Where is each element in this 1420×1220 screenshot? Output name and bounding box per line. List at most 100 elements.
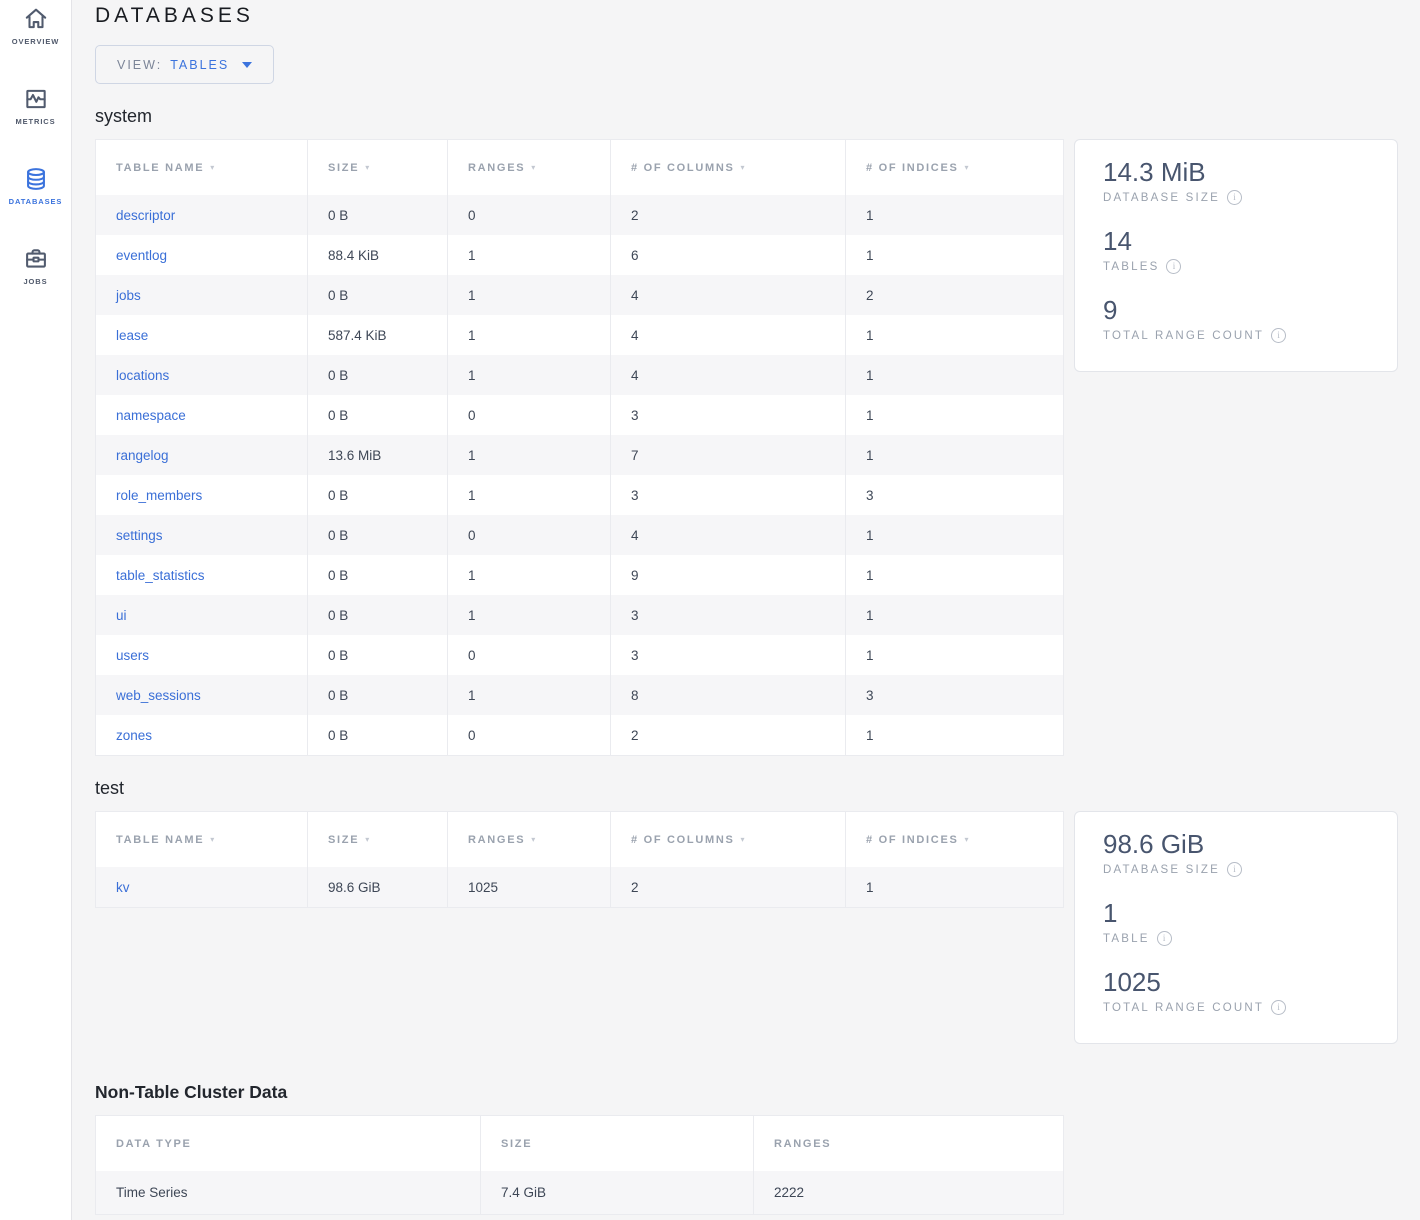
info-icon[interactable]: i <box>1227 190 1242 205</box>
system-tables-table: TABLE NAME▾ SIZE▾ RANGES▾ # OF COLUMNS▾ … <box>95 139 1064 756</box>
cell-value: 2222 <box>774 1185 804 1200</box>
table-cell: 1 <box>448 355 611 395</box>
table-name-link[interactable]: namespace <box>116 408 186 423</box>
section-title-non-table: Non-Table Cluster Data <box>95 1082 1420 1103</box>
column-header-size[interactable]: SIZE▾ <box>308 812 448 868</box>
stat-database-size: 98.6 GiB DATABASE SIZE i <box>1103 829 1379 877</box>
cell-value: 13.6 MiB <box>328 448 381 463</box>
cell-value: 3 <box>631 648 639 663</box>
cell-value: 4 <box>631 328 639 343</box>
home-icon <box>23 6 49 32</box>
table-name-link[interactable]: kv <box>116 880 130 895</box>
stat-total-range-count: 1025 TOTAL RANGE COUNT i <box>1103 967 1379 1015</box>
page-title: DATABASES <box>95 4 1420 28</box>
column-header-size[interactable]: SIZE▾ <box>308 140 448 196</box>
cell-value: 4 <box>631 528 639 543</box>
table-cell: 9 <box>611 555 846 595</box>
table-cell: 0 <box>448 715 611 756</box>
table-name-link[interactable]: zones <box>116 728 152 743</box>
table-row: jobs0 B142 <box>96 275 1064 315</box>
column-header-columns[interactable]: # OF COLUMNS▾ <box>611 140 846 196</box>
sidebar-item-metrics[interactable]: METRICS <box>0 86 71 144</box>
info-icon[interactable]: i <box>1157 931 1172 946</box>
column-header-ranges[interactable]: RANGES▾ <box>448 812 611 868</box>
table-cell: 1 <box>448 595 611 635</box>
view-selector-button[interactable]: VIEW: TABLES <box>95 45 274 84</box>
table-name-link[interactable]: locations <box>116 368 169 383</box>
cell-value: 1 <box>468 448 476 463</box>
stat-database-size: 14.3 MiB DATABASE SIZE i <box>1103 157 1379 205</box>
table-cell: 4 <box>611 355 846 395</box>
table-row: lease587.4 KiB141 <box>96 315 1064 355</box>
column-header-indices[interactable]: # OF INDICES▾ <box>846 812 1064 868</box>
table-cell: 0 B <box>308 395 448 435</box>
table-cell: 1 <box>448 555 611 595</box>
info-icon[interactable]: i <box>1227 862 1242 877</box>
info-icon[interactable]: i <box>1166 259 1181 274</box>
view-selector-value: TABLES <box>170 58 229 72</box>
table-cell: role_members <box>96 475 308 515</box>
column-header-table-name[interactable]: TABLE NAME▾ <box>96 140 308 196</box>
cell-value: 7 <box>631 448 639 463</box>
table-cell: 0 B <box>308 275 448 315</box>
table-name-link[interactable]: web_sessions <box>116 688 201 703</box>
info-icon[interactable]: i <box>1271 328 1286 343</box>
sort-arrow-icon: ▾ <box>210 163 216 172</box>
table-row: users0 B031 <box>96 635 1064 675</box>
sidebar-item-databases[interactable]: DATABASES <box>0 166 71 224</box>
table-row: locations0 B141 <box>96 355 1064 395</box>
table-cell: 3 <box>846 475 1064 515</box>
cell-value: 1025 <box>468 880 498 895</box>
table-name-link[interactable]: lease <box>116 328 148 343</box>
table-name-link[interactable]: eventlog <box>116 248 167 263</box>
info-icon[interactable]: i <box>1271 1000 1286 1015</box>
cell-value: 1 <box>866 208 874 223</box>
cell-value: 88.4 KiB <box>328 248 379 263</box>
table-cell: jobs <box>96 275 308 315</box>
briefcase-icon <box>23 246 49 272</box>
sort-arrow-icon: ▾ <box>531 163 537 172</box>
table-name-link[interactable]: descriptor <box>116 208 175 223</box>
cell-value: 98.6 GiB <box>328 880 381 895</box>
table-cell: 0 B <box>308 515 448 555</box>
table-name-link[interactable]: settings <box>116 528 163 543</box>
section-title-test: test <box>95 778 1420 799</box>
table-name-link[interactable]: rangelog <box>116 448 169 463</box>
table-cell: 0 <box>448 515 611 555</box>
table-row: zones0 B021 <box>96 715 1064 756</box>
table-row: settings0 B041 <box>96 515 1064 555</box>
column-header-indices[interactable]: # OF INDICES▾ <box>846 140 1064 196</box>
table-name-link[interactable]: users <box>116 648 149 663</box>
cell-value: 1 <box>468 368 476 383</box>
cell-value: 1 <box>468 248 476 263</box>
table-name-link[interactable]: role_members <box>116 488 202 503</box>
table-cell: 0 <box>448 395 611 435</box>
sidebar: OVERVIEW METRICS DATABASES <box>0 0 72 1220</box>
column-header-columns[interactable]: # OF COLUMNS▾ <box>611 812 846 868</box>
table-row: web_sessions0 B183 <box>96 675 1064 715</box>
sort-arrow-icon: ▾ <box>741 835 747 844</box>
cell-value: 1 <box>468 488 476 503</box>
table-row: ui0 B131 <box>96 595 1064 635</box>
stat-label: DATABASE SIZE <box>1103 192 1220 204</box>
cell-value: 1 <box>866 448 874 463</box>
table-cell: 3 <box>611 595 846 635</box>
table-cell: 6 <box>611 235 846 275</box>
column-header-ranges[interactable]: RANGES▾ <box>448 140 611 196</box>
test-summary-card: 98.6 GiB DATABASE SIZE i 1 TABLE i 1025 … <box>1074 811 1398 1044</box>
table-cell: 0 B <box>308 355 448 395</box>
sort-arrow-icon: ▾ <box>531 835 537 844</box>
caret-down-icon <box>242 62 252 68</box>
cell-value: 0 B <box>328 568 348 583</box>
sidebar-item-overview[interactable]: OVERVIEW <box>0 6 71 64</box>
sidebar-item-jobs[interactable]: JOBS <box>0 246 71 304</box>
table-cell: 1 <box>846 315 1064 355</box>
table-cell: 1 <box>846 235 1064 275</box>
table-name-link[interactable]: table_statistics <box>116 568 205 583</box>
column-header-table-name[interactable]: TABLE NAME▾ <box>96 812 308 868</box>
stat-tables: 1 TABLE i <box>1103 898 1379 946</box>
table-cell: 0 B <box>308 195 448 235</box>
table-name-link[interactable]: jobs <box>116 288 141 303</box>
table-name-link[interactable]: ui <box>116 608 127 623</box>
table-cell: ui <box>96 595 308 635</box>
